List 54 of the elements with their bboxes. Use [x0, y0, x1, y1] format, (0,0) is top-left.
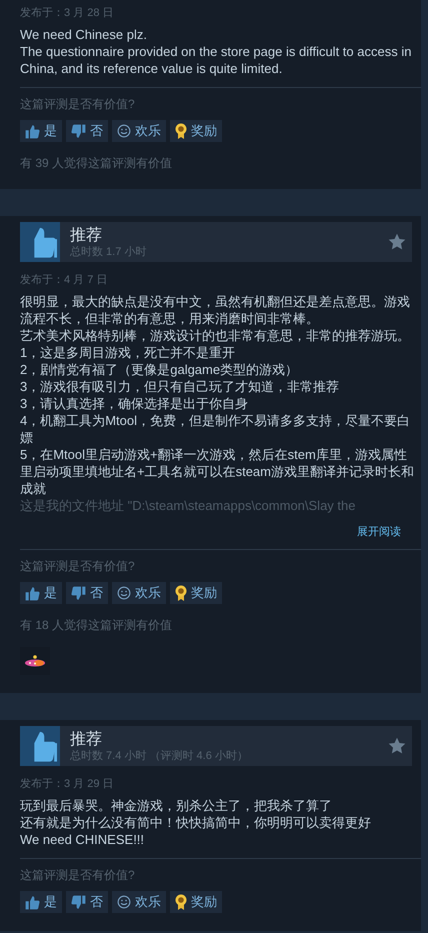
star-icon[interactable]: [388, 737, 406, 755]
helpful-count: 有 18 人觉得这篇评测有价值: [20, 618, 174, 633]
thumbs-up-icon: [25, 124, 40, 138]
award-button[interactable]: 奖励: [170, 582, 222, 604]
review-text: 4，机翻工具为Mtool，免费，但是制作不易请多多支持，尽量不要白嫖: [20, 412, 412, 446]
review-text: 还有就是为什么没有简中！快快搞简中，你明明可以卖得更好: [20, 814, 372, 831]
review-verdict: 推荐: [70, 226, 103, 244]
smiley-icon: [117, 895, 131, 909]
funny-button[interactable]: 欢乐: [112, 891, 166, 913]
review-text: 1，这是多周目游戏，死亡并不是重开: [20, 344, 236, 361]
yes-button[interactable]: 是: [20, 120, 62, 142]
review-text: We need Chinese plz.: [20, 26, 148, 43]
yes-button[interactable]: 是: [20, 891, 62, 913]
helpful-prompt: 这篇评测是否有价值?: [20, 97, 136, 112]
recommended-thumb-icon: [20, 222, 60, 262]
no-button[interactable]: 否: [66, 120, 108, 142]
recommended-thumb-icon: [20, 726, 60, 766]
no-button[interactable]: 否: [66, 891, 108, 913]
review-text: 3，请认真选择，确保选择是出于你自身: [20, 395, 250, 412]
thumbs-down-icon: [71, 586, 86, 600]
review-text: 很明显，最大的缺点是没有中文，虽然有机翻但还是差点意思。游戏流程不长，但非常的有意思，用来消磨时间非常棒。: [20, 293, 411, 327]
review-text: The questionnaire provided on the store page is difficult to access in China, and its reference value is quite limited.: [20, 43, 412, 77]
thumbs-down-icon: [71, 124, 86, 138]
post-date: 发布于：4 月 7 日: [20, 273, 108, 287]
yes-button[interactable]: 是: [20, 582, 62, 604]
star-icon[interactable]: [388, 233, 406, 251]
award-ribbon-icon: [175, 894, 187, 910]
smiley-icon: [117, 586, 131, 600]
award-ribbon-icon: [175, 123, 187, 139]
review-text: 5，在Mtool里启动游戏+翻译一次游戏，然后在stem库里，游戏属性里启动项里填地址名+工具名就可以在steam游戏里翻译并记录时长和成就: [20, 446, 415, 497]
thumbs-down-icon: [71, 894, 86, 910]
post-date: 发布于：3 月 28 日: [20, 6, 115, 20]
review-text: We need CHINESE!!!: [20, 831, 146, 848]
award-ribbon-icon: [175, 585, 187, 601]
helpful-count: 有 39 人觉得这篇评测有价值: [20, 156, 174, 171]
no-button[interactable]: 否: [66, 582, 108, 604]
helpful-prompt: 这篇评测是否有价值?: [20, 559, 136, 574]
thumbs-up-icon: [25, 586, 40, 600]
review-text: 这是我的文件地址 "D:\steam\steamapps\common\Slay the: [20, 497, 356, 514]
read-more-link[interactable]: 展开阅读: [357, 524, 401, 539]
flying-saucer-icon: [24, 655, 46, 667]
review-text: 2，剧情党有福了（更像是galgame类型的游戏）: [20, 361, 300, 378]
review-text: 3，游戏很有吸引力，但只有自己玩了才知道，非常推荐: [20, 378, 340, 395]
review-verdict: 推荐: [70, 730, 103, 748]
review-text: 艺术美术风格特别棒，游戏设计的也非常有意思，非常的推荐游玩。: [20, 327, 411, 344]
helpful-prompt: 这篇评测是否有价值?: [20, 868, 136, 883]
award-button[interactable]: 奖励: [170, 891, 222, 913]
smiley-icon: [117, 124, 131, 138]
review-text: 玩到最后暴哭。神金游戏，别杀公主了，把我杀了算了: [20, 797, 333, 814]
award-button[interactable]: 奖励: [170, 120, 222, 142]
funny-button[interactable]: 欢乐: [112, 120, 166, 142]
funny-button[interactable]: 欢乐: [112, 582, 166, 604]
post-date: 发布于：3 月 29 日: [20, 777, 115, 791]
thumbs-up-icon: [25, 894, 40, 910]
